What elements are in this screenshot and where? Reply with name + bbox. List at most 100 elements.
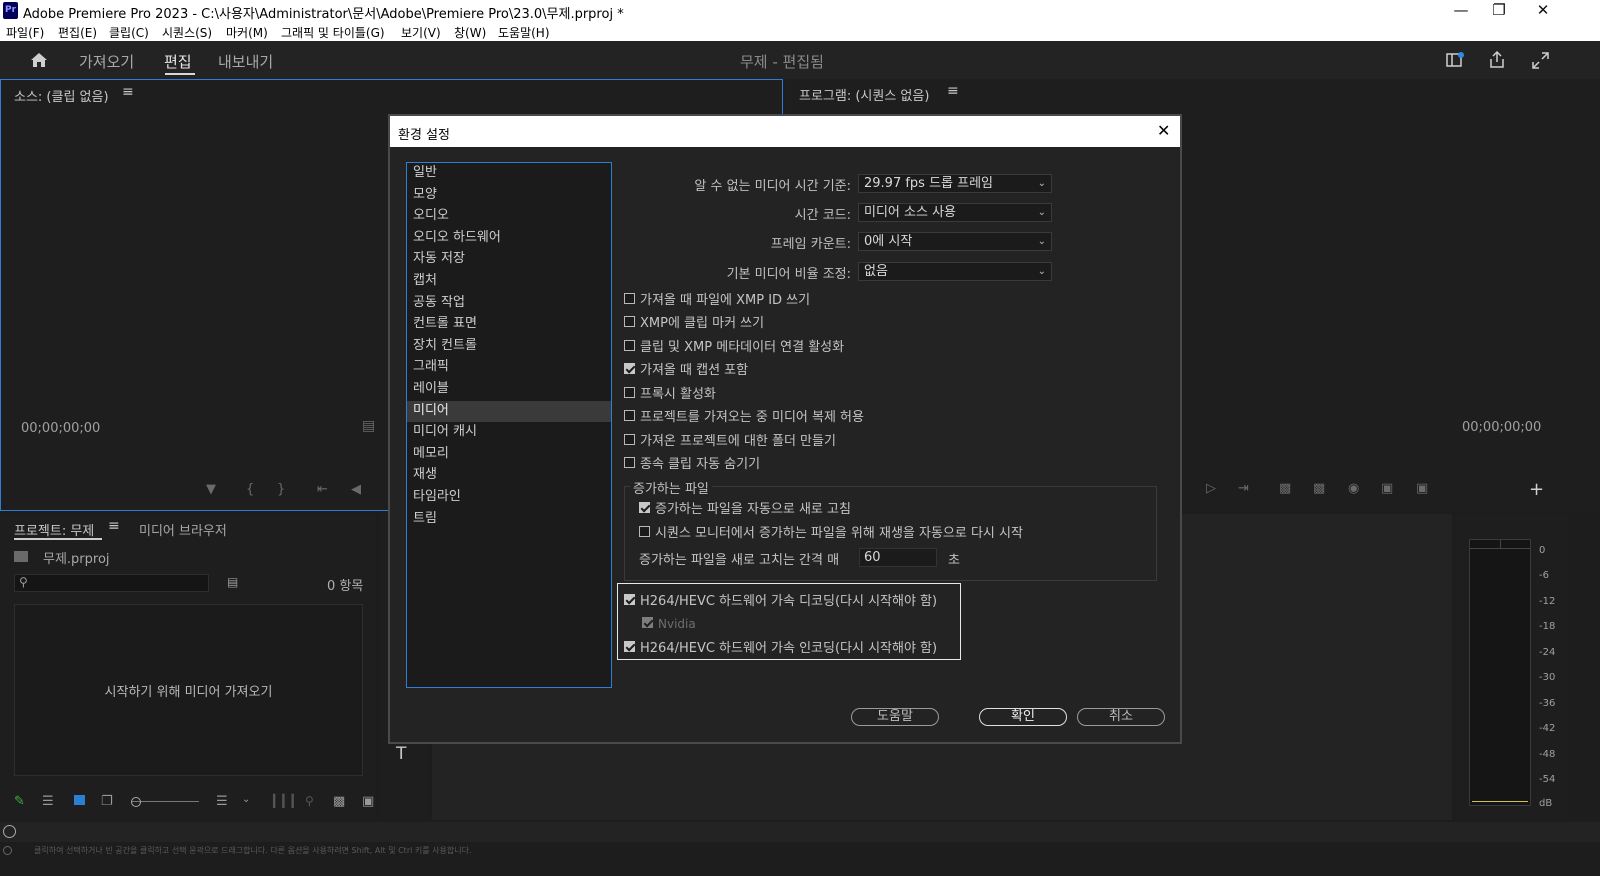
category-device-control[interactable]: 장치 컨트롤 (407, 336, 611, 357)
close-window-icon[interactable]: ✕ (1528, 1, 1558, 19)
workspaces-icon[interactable] (1446, 52, 1464, 68)
menu-view[interactable]: 보기(V) (401, 24, 441, 41)
duplicate-media-checkbox[interactable] (624, 410, 635, 421)
proxy-checkbox[interactable] (624, 387, 635, 398)
create-folders-checkbox[interactable] (624, 434, 635, 445)
category-capture[interactable]: 캡처 (407, 271, 611, 292)
zoom-slider[interactable] (131, 801, 199, 802)
source-settings-icon[interactable]: ▤ (362, 418, 375, 434)
mark-out-icon[interactable]: } (277, 482, 285, 497)
project-panel-menu-icon[interactable]: ≡ (108, 518, 120, 534)
cancel-button[interactable]: 취소 (1077, 708, 1165, 726)
menu-clip[interactable]: 클립(C) (109, 24, 149, 41)
share-icon[interactable] (1489, 51, 1505, 69)
timecode-select[interactable]: 미디어 소스 사용 ⌄ (858, 203, 1052, 222)
lift-icon[interactable]: ▩ (1279, 481, 1291, 496)
extract-icon[interactable]: ▩ (1313, 481, 1325, 496)
menu-file[interactable]: 파일(F) (6, 24, 44, 41)
creative-cloud-icon[interactable] (3, 825, 16, 838)
timebase-select[interactable]: 29.97 fps 드롭 프레임 ⌄ (858, 174, 1052, 193)
tab-media-browser[interactable]: 미디어 브라우저 (139, 520, 227, 539)
play-icon[interactable]: ▷ (1206, 481, 1216, 496)
tab-export[interactable]: 내보내기 (218, 51, 273, 72)
category-trim[interactable]: 트림 (407, 509, 611, 530)
category-playback[interactable]: 재생 (407, 465, 611, 486)
go-to-in-icon[interactable]: ⇤ (317, 482, 328, 497)
category-graphics[interactable]: 그래픽 (407, 357, 611, 378)
icon-view-icon[interactable] (74, 795, 85, 805)
hw-encode-checkbox[interactable] (624, 641, 635, 652)
captions-checkbox[interactable] (624, 363, 635, 374)
list-view-icon[interactable]: ☰ (42, 794, 54, 809)
category-labels[interactable]: 레이블 (407, 379, 611, 400)
meter-label-6: -6 (1539, 570, 1549, 581)
source-timecode[interactable]: 00;00;00;00 (21, 421, 100, 436)
export-frame-icon[interactable]: ◉ (1348, 481, 1359, 496)
hide-subclips-checkbox[interactable] (624, 457, 635, 468)
type-tool-icon[interactable]: T (396, 744, 406, 764)
fullscreen-icon[interactable] (1532, 52, 1549, 69)
freeform-view-icon[interactable]: ❐ (101, 794, 113, 809)
category-audio-hardware[interactable]: 오디오 하드웨어 (407, 228, 611, 249)
category-auto-save[interactable]: 자동 저장 (407, 249, 611, 270)
xmp-markers-checkbox[interactable] (624, 316, 635, 327)
overwrite-icon[interactable]: ▣ (1416, 481, 1428, 496)
tab-project[interactable]: 프로젝트: 무제 (14, 520, 94, 539)
pencil-icon[interactable]: ✎ (14, 794, 25, 809)
active-tab-underline (165, 73, 195, 75)
home-icon[interactable] (30, 52, 48, 68)
category-appearance[interactable]: 모양 (407, 185, 611, 206)
refresh-interval-input[interactable]: 60 (859, 548, 937, 567)
new-bin-icon[interactable]: ▩ (333, 794, 345, 809)
xmp-id-checkbox[interactable] (624, 293, 635, 304)
sort-chevron-icon[interactable]: ⌄ (242, 794, 250, 805)
tab-edit[interactable]: 편집 (164, 51, 192, 72)
frame-count-select[interactable]: 0에 시작 ⌄ (858, 232, 1052, 251)
auto-refresh-checkbox[interactable] (639, 502, 650, 513)
menu-window[interactable]: 창(W) (454, 24, 486, 41)
menu-help[interactable]: 도움말(H) (498, 24, 550, 41)
category-media-cache[interactable]: 미디어 캐시 (407, 422, 611, 443)
help-button[interactable]: 도움말 (851, 708, 939, 726)
zoom-slider-handle[interactable] (131, 797, 141, 807)
category-control-surface[interactable]: 컨트롤 표면 (407, 314, 611, 335)
find-icon[interactable]: ⚲ (305, 794, 314, 808)
restore-icon[interactable]: ❐ (1484, 1, 1514, 19)
auto-restart-checkbox[interactable] (639, 526, 650, 537)
tab-import[interactable]: 가져오기 (79, 51, 134, 72)
scaling-select[interactable]: 없음 ⌄ (858, 262, 1052, 281)
automate-to-sequence-icon[interactable]: ▎▎▎ (273, 794, 301, 808)
ok-button[interactable]: 확인 (979, 708, 1067, 726)
menu-marker[interactable]: 마커(M) (226, 24, 268, 41)
source-panel-menu-icon[interactable]: ≡ (122, 84, 134, 100)
category-memory[interactable]: 메모리 (407, 444, 611, 465)
button-editor-plus-icon[interactable]: + (1529, 479, 1544, 500)
category-timeline[interactable]: 타임라인 (407, 487, 611, 508)
category-media[interactable]: 미디어 (407, 400, 611, 422)
new-item-icon[interactable]: ▣ (362, 794, 374, 809)
insert-icon[interactable]: ▣ (1381, 481, 1393, 496)
minimize-icon[interactable]: — (1446, 1, 1476, 19)
add-marker-icon[interactable]: ▼ (206, 482, 216, 497)
category-general[interactable]: 일반 (407, 163, 611, 184)
project-drop-area[interactable]: 시작하기 위해 미디어 가져오기 (14, 604, 363, 776)
step-back-icon[interactable]: ◀ (351, 482, 361, 497)
menu-graphics[interactable]: 그래픽 및 타이틀(G) (281, 24, 385, 41)
category-collaboration[interactable]: 공동 작업 (407, 293, 611, 314)
source-panel-title[interactable]: 소스: (클립 없음) (14, 86, 109, 105)
go-to-out-icon[interactable]: ⇥ (1238, 481, 1249, 496)
program-panel-title[interactable]: 프로그램: (시퀀스 없음) (799, 85, 929, 104)
xmp-link-checkbox[interactable] (624, 340, 635, 351)
program-timecode[interactable]: 00;00;00;00 (1462, 420, 1541, 435)
nvidia-checkbox[interactable] (642, 617, 653, 628)
hw-decode-checkbox[interactable] (624, 594, 635, 605)
mark-in-icon[interactable]: { (246, 482, 254, 497)
category-audio[interactable]: 오디오 (407, 206, 611, 227)
sort-icon[interactable]: ☰ (216, 794, 228, 809)
new-search-bin-icon[interactable]: ▤ (227, 575, 238, 589)
menu-edit[interactable]: 편집(E) (58, 24, 97, 41)
program-panel-menu-icon[interactable]: ≡ (947, 83, 959, 99)
menu-sequence[interactable]: 시퀀스(S) (162, 24, 212, 41)
dialog-close-icon[interactable]: ✕ (1157, 121, 1170, 140)
project-search-input[interactable]: ⚲ (14, 574, 209, 592)
